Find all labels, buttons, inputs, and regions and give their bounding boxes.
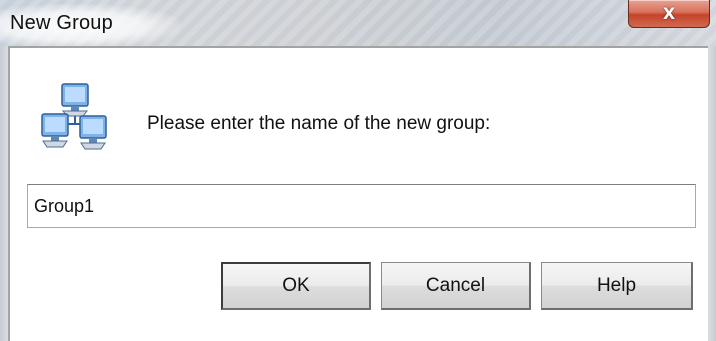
help-button[interactable]: Help	[541, 262, 693, 310]
window-title: New Group	[10, 12, 113, 34]
window-frame-left	[0, 46, 8, 341]
prompt-label: Please enter the name of the new group:	[147, 113, 491, 134]
title-bar[interactable]: New Group X	[0, 0, 716, 48]
monitor-right	[79, 115, 107, 150]
group-name-input[interactable]	[27, 184, 696, 228]
window-frame-right	[708, 46, 716, 341]
new-group-dialog: New Group X Please enter the name of the…	[0, 0, 716, 341]
network-group-icon	[41, 83, 107, 150]
close-button[interactable]: X	[628, 0, 710, 28]
monitor-left	[41, 113, 69, 148]
close-icon: X	[662, 3, 676, 23]
ok-button[interactable]: OK	[221, 262, 371, 310]
monitor-back	[61, 83, 89, 117]
cancel-button[interactable]: Cancel	[381, 262, 531, 310]
